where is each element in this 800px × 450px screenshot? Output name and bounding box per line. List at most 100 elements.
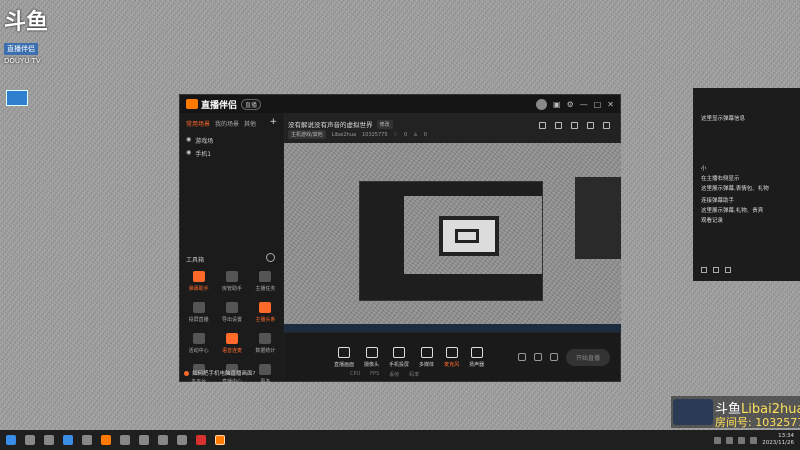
bottom-button[interactable]: 扬声器 [469,346,484,368]
tool-label: 更多 [260,379,271,385]
tab-other[interactable]: 其他 [244,119,256,128]
bottom-tip[interactable]: 如何把手机电脑直播画面? [184,369,255,377]
share-icon[interactable] [587,122,594,129]
danmaku-panel-line: 这里显示弹幕信息 [701,116,746,122]
bottom-right-controls: 开始直播 [517,348,620,366]
task-view-icon[interactable] [44,435,54,445]
tool-icon [259,364,272,375]
room-id: 10325775 [362,131,388,138]
bottom-button[interactable]: 多媒体 [419,346,434,368]
person-icon: ♙ [413,131,418,138]
source-row[interactable]: ◉ 游戏场 [180,134,283,147]
tool-label: 多平台 [191,379,207,385]
stat-b: 0 [423,131,427,138]
edge-icon[interactable] [63,435,73,445]
tool-item[interactable]: 房管助手 [215,271,248,292]
tool-item[interactable]: 导出设置 [215,302,248,323]
start-button[interactable] [6,435,16,445]
camera-mini-icon[interactable] [517,353,526,361]
more-icon[interactable] [603,122,610,129]
desktop-monitor-icon[interactable] [6,90,28,106]
tool-label: 导出设置 [221,317,242,323]
source-label: 手机1 [195,151,212,158]
cursor-mini-icon[interactable] [549,353,558,361]
edit-title-button[interactable]: 修改 [376,119,393,129]
danmaku-panel-line: 这里展示弹幕,礼物、贵宾 [701,208,764,214]
volume-icon[interactable] [750,436,758,444]
clock-time: 13:34 [778,433,794,439]
tab-my-scene[interactable]: 我的场景 [215,119,239,128]
live-companion-taskbar-icon[interactable] [215,435,225,445]
clock-date: 2023/11/26 [762,440,794,446]
tab-common-scene[interactable]: 常用场景 [186,119,210,128]
delete-icon[interactable] [539,122,546,129]
panel-tool-icon[interactable] [713,267,719,273]
settings-icon[interactable]: ⚙ [567,100,574,109]
toolbox-title: 工具箱 [186,257,205,264]
bottom-stats: CPU FPS 丢帧 码率 [350,371,419,378]
close-icon[interactable]: ✕ [607,100,614,109]
avatar[interactable] [536,98,547,110]
tool-label: 活动中心 [188,348,209,354]
search-icon[interactable] [25,435,35,445]
screenshot-icon[interactable] [555,122,562,129]
bottom-button[interactable]: 直播画面 [334,346,354,368]
like-icon: ♡ [393,131,399,138]
record-icon[interactable] [571,122,578,129]
overlay-thumbnail [673,399,713,425]
tool-item[interactable]: 投屏直播 [182,302,215,323]
tool-item[interactable]: 活动中心 [182,333,215,354]
category-badge[interactable]: 主机游戏/其他 [288,130,326,139]
room-meta: 主机游戏/其他 Libai2hua 10325775 ♡ 0 ♙ 0 [288,130,427,139]
obs-icon[interactable] [177,435,187,445]
explorer-icon[interactable] [82,435,92,445]
nested-app-preview [359,181,543,301]
live-preview[interactable] [284,143,621,332]
red-app-icon[interactable] [196,435,206,445]
camera-app-icon[interactable] [120,435,130,445]
tool-item[interactable]: 语音连麦 [215,333,248,354]
bottom-button-icon [393,346,406,358]
tray-icon[interactable] [714,436,722,444]
panel-tool-icon[interactable] [701,267,707,273]
tray-icon[interactable] [726,436,734,444]
tool-item[interactable]: 主播任务 [249,271,282,292]
panel-tool-icon[interactable] [725,267,731,273]
bottom-button[interactable]: 麦克风 [444,346,459,368]
start-live-button[interactable]: 开始直播 [565,348,610,366]
wifi-icon[interactable] [738,436,746,444]
clock[interactable]: 13:34 2023/11/26 [762,433,794,447]
steam-icon[interactable] [158,435,168,445]
tool-icon [225,333,238,344]
tool-item[interactable]: 数据统计 [249,333,282,354]
tool-item[interactable]: 主播头条 [249,302,282,323]
maximize-icon[interactable]: □ [594,100,602,109]
message-icon[interactable]: ▣ [553,100,561,109]
nested-inner-frame [439,216,499,256]
nested-inner-frame-2 [455,229,479,243]
source-row[interactable]: ◉ 手机1 [180,147,283,160]
eye-icon[interactable]: ◉ [186,136,191,145]
bottom-controls: 直播画面 摄像头 手机投屏 多媒体 麦克风 扬声器 开始直播 [284,333,620,381]
add-scene-button[interactable]: + [269,118,277,128]
tool-label: 房管助手 [221,286,242,292]
tool-item[interactable]: 弹幕助手 [182,271,215,292]
room-title-text[interactable]: 没有解说没有声音的虚拟世界 [288,119,373,129]
settings-app-icon[interactable] [139,435,149,445]
desktop-douyu-icon[interactable]: 斗鱼 直播伴侣 DOUYU TV [4,4,56,68]
bottom-button[interactable]: 手机投屏 [389,346,409,368]
danmaku-panel-line: 小 [701,166,707,172]
nested-preview [404,196,542,274]
scene-tabs: 常用场景 我的场景 其他 + [180,113,283,134]
tool-label: 语音连麦 [221,348,242,354]
eye-icon[interactable]: ◉ [186,149,191,158]
tool-icon [259,271,272,282]
bottom-button[interactable]: 摄像头 [364,346,379,368]
live-companion-window: 直播伴侣 直播 ▣ ⚙ — □ ✕ 常用场景 我的场景 其他 + ◉ 游戏场 ◉… [179,94,621,385]
toolbox-more-icon[interactable] [266,253,275,262]
danmaku-panel-line: 连接弹幕助手 [701,198,735,204]
douyu-app-icon[interactable] [101,435,111,445]
bottom-button-icon [338,346,350,358]
settings-mini-icon[interactable] [533,353,542,361]
minimize-icon[interactable]: — [580,100,588,109]
